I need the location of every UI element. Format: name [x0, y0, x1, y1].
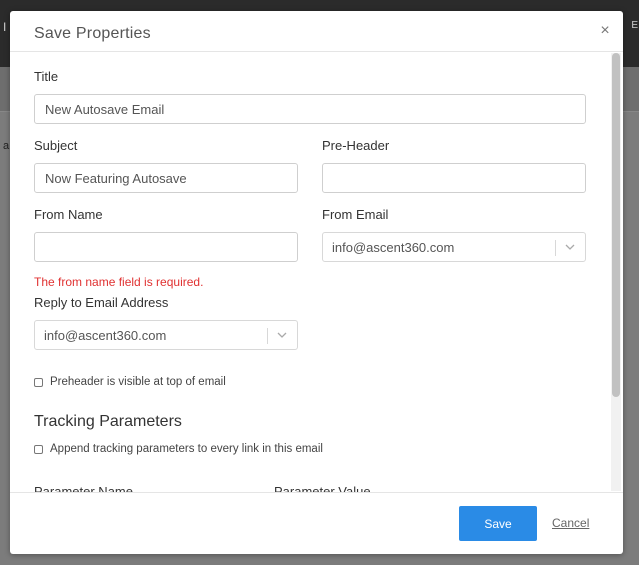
modal-header: Save Properties × — [10, 11, 623, 52]
scrollbar-thumb[interactable] — [612, 53, 620, 397]
from-name-label: From Name — [34, 207, 103, 222]
from-name-error: The from name field is required. — [34, 275, 204, 289]
chevron-down-icon[interactable] — [276, 330, 288, 340]
preheader-input[interactable] — [322, 163, 586, 193]
reply-to-value: info@ascent360.com — [44, 328, 167, 343]
parameter-value-header: Parameter Value — [274, 484, 371, 492]
append-tracking-option[interactable]: Append tracking parameters to every link… — [34, 443, 323, 455]
tracking-parameters-title: Tracking Parameters — [34, 413, 182, 430]
cancel-link[interactable]: Cancel — [552, 516, 589, 530]
select-separator — [267, 328, 268, 344]
modal-footer: Save Cancel — [10, 492, 623, 554]
subject-input[interactable] — [34, 163, 298, 193]
subject-label: Subject — [34, 138, 78, 153]
parameter-name-header: Parameter Name — [34, 484, 133, 492]
preheader-visible-label: Preheader is visible at top of email — [50, 376, 226, 388]
preheader-visible-checkbox[interactable] — [34, 377, 43, 387]
background-text-left: I — [3, 20, 7, 34]
background-text-left-2: a — [3, 140, 10, 152]
close-icon[interactable]: × — [597, 23, 613, 39]
select-separator — [555, 240, 556, 256]
from-email-select[interactable]: info@ascent360.com — [322, 232, 586, 262]
preheader-label: Pre-Header — [322, 138, 390, 153]
from-name-input[interactable] — [34, 232, 298, 262]
title-input[interactable] — [34, 94, 586, 124]
chevron-down-icon[interactable] — [564, 242, 576, 252]
append-tracking-label: Append tracking parameters to every link… — [50, 443, 323, 455]
from-email-label: From Email — [322, 207, 389, 222]
from-email-value: info@ascent360.com — [332, 240, 455, 255]
modal-body[interactable]: Title Subject Pre-Header From Name The f… — [10, 52, 623, 492]
preheader-visible-option[interactable]: Preheader is visible at top of email — [34, 376, 226, 388]
save-properties-modal: Save Properties × Title Subject Pre-Head… — [10, 11, 623, 554]
modal-title: Save Properties — [34, 25, 151, 42]
append-tracking-checkbox[interactable] — [34, 444, 43, 454]
save-button[interactable]: Save — [459, 506, 537, 541]
reply-to-select[interactable]: info@ascent360.com — [34, 320, 298, 350]
title-label: Title — [34, 69, 59, 84]
background-text-right: E — [631, 20, 638, 31]
reply-to-label: Reply to Email Address — [34, 295, 169, 310]
